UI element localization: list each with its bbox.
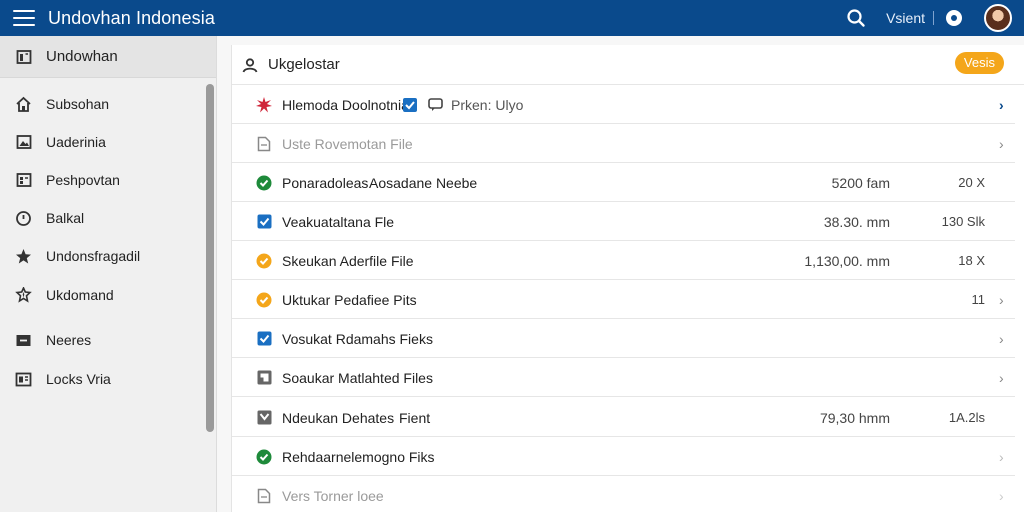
list-item[interactable]: Ndeukan Dehates Fient 79,30 hmm 1A.2ls: [232, 399, 1015, 437]
row-title: Ndeukan Dehates: [282, 409, 395, 426]
list-item[interactable]: Uste Rovemotan File ›: [232, 125, 1015, 163]
sidebar-item-label: Balkal: [46, 210, 85, 226]
row-title: Ponaradoleas: [282, 174, 369, 191]
file-count: 18 X: [958, 253, 985, 268]
image-icon: [15, 134, 32, 151]
building-icon: [15, 48, 32, 65]
file-size: 5200 fam: [831, 174, 890, 191]
sidebar-scrollbar[interactable]: [206, 84, 214, 432]
file-count: 11: [971, 292, 986, 307]
sidebar-item-label: Subsohan: [46, 96, 110, 112]
hamburger-icon[interactable]: [13, 10, 35, 26]
row-title: Skeukan Aderfile File: [282, 252, 414, 269]
row-subtitle: Fient: [399, 409, 431, 426]
record-icon[interactable]: [946, 10, 962, 26]
row-title: Soaukar Matlahted Files: [282, 369, 433, 386]
chevron-right-icon[interactable]: ›: [999, 293, 1011, 307]
search-icon[interactable]: [846, 8, 866, 28]
status-badge[interactable]: Vesis: [954, 52, 1004, 74]
file-count: 130 Slk: [941, 214, 985, 229]
row-title: Rehdaarnelemogno Fiks: [282, 448, 435, 465]
list-item[interactable]: Hlemoda Doolnotnia Prken: Ulyo ›: [232, 86, 1015, 124]
chevron-right-icon[interactable]: ›: [999, 332, 1011, 346]
chevron-right-icon[interactable]: ›: [999, 98, 1011, 112]
sidebar-item-subsohan[interactable]: Subsohan: [0, 88, 205, 120]
chevron-right-icon[interactable]: ›: [999, 450, 1011, 464]
grid-icon: [15, 172, 32, 189]
list-item[interactable]: Ponaradoleas Aosadane Neebe 5200 fam 20 …: [232, 164, 1015, 202]
row-title: Uste Rovemotan File: [282, 135, 413, 152]
check-circle-icon: [256, 175, 272, 191]
panel-header: Ukgelostar Vesis: [232, 45, 1024, 85]
row-title: Vosukat Rdamahs Fieks: [282, 330, 433, 347]
file-count: 20 X: [958, 175, 985, 190]
badge-icon: [15, 286, 32, 304]
checkbox-icon[interactable]: [256, 331, 272, 347]
list-item[interactable]: Vers Torner loee ›: [232, 477, 1015, 512]
check-circle-icon: [256, 292, 272, 308]
sidebar-item-label: Locks Vria: [46, 371, 111, 387]
checkbox-icon[interactable]: [256, 410, 272, 426]
top-link[interactable]: Vsient: [886, 10, 925, 26]
user-icon: [242, 57, 258, 72]
top-divider: [933, 11, 934, 25]
app-title: Undovhan Indonesia: [48, 7, 215, 28]
file-size: 1,130,00. mm: [804, 252, 890, 269]
row-subtitle: Aosadane Neebe: [369, 174, 478, 191]
row-title: Veakuataltana Fle: [282, 213, 395, 230]
sidebar-header[interactable]: Undowhan: [0, 36, 216, 78]
list-item[interactable]: Vosukat Rdamahs Fieks ›: [232, 320, 1015, 358]
sidebar-item-label: Peshpovtan: [46, 172, 120, 188]
sidebar-item-uaderinia[interactable]: Uaderinia: [0, 126, 205, 158]
sidebar: Undowhan Subsohan Uaderinia Peshpovtan B…: [0, 36, 217, 512]
avatar[interactable]: [984, 4, 1012, 32]
file-icon: [256, 488, 272, 504]
top-bar: Undovhan Indonesia Vsient: [0, 0, 1024, 36]
row-title: Vers Torner loee: [282, 488, 384, 504]
chevron-right-icon[interactable]: ›: [999, 371, 1011, 385]
starburst-icon: [256, 96, 272, 113]
file-size: 38.30. mm: [823, 213, 890, 230]
clock-icon: [15, 210, 32, 227]
sidebar-item-ukdomand[interactable]: Ukdomand: [0, 279, 205, 311]
sidebar-item-neeres[interactable]: Neeres: [0, 324, 205, 356]
star-icon: [15, 248, 32, 265]
checkbox-icon[interactable]: [256, 214, 272, 230]
file-icon: [256, 136, 272, 152]
chevron-right-icon[interactable]: ›: [999, 489, 1011, 503]
row-title: Hlemoda Doolnotnia: [282, 96, 409, 113]
check-circle-icon: [256, 449, 272, 465]
chat-icon: [428, 98, 444, 117]
sidebar-item-label: Ukdomand: [46, 287, 114, 303]
folder-icon: [256, 370, 272, 386]
sidebar-item-undonsfragadil[interactable]: Undonsfragadil: [0, 240, 205, 272]
chevron-right-icon[interactable]: ›: [999, 137, 1011, 151]
window-icon: [15, 371, 32, 388]
list-item[interactable]: Skeukan Aderfile File 1,130,00. mm 18 X: [232, 242, 1015, 280]
main-area: Ukgelostar Vesis Hlemoda Doolnotnia Prke…: [217, 36, 1024, 512]
file-count: 1A.2ls: [948, 410, 985, 425]
sidebar-header-label: Undowhan: [46, 48, 118, 65]
sidebar-item-locks-vria[interactable]: Locks Vria: [0, 363, 205, 395]
sidebar-item-peshpovtan[interactable]: Peshpovtan: [0, 164, 205, 196]
top-bar-actions: Vsient: [846, 0, 1024, 36]
file-size: 79,30 hmm: [819, 409, 890, 426]
panel-title: Ukgelostar: [268, 56, 340, 73]
sidebar-item-balkal[interactable]: Balkal: [0, 202, 205, 234]
sidebar-item-label: Undonsfragadil: [46, 248, 141, 264]
file-panel: Ukgelostar Vesis Hlemoda Doolnotnia Prke…: [231, 45, 1024, 512]
row-subtitle: Prken: Ulyo: [451, 96, 524, 113]
sidebar-item-label: Neeres: [46, 332, 92, 348]
checkbox-checked-icon[interactable]: [403, 98, 417, 112]
minus-box-icon: [15, 332, 32, 349]
list-item[interactable]: Uktukar Pedafiee Pits 11 ›: [232, 281, 1015, 319]
list-item[interactable]: Rehdaarnelemogno Fiks ›: [232, 438, 1015, 476]
check-circle-icon: [256, 253, 272, 269]
row-title: Uktukar Pedafiee Pits: [282, 291, 417, 308]
list-item[interactable]: Veakuataltana Fle 38.30. mm 130 Slk: [232, 203, 1015, 241]
list-item[interactable]: Soaukar Matlahted Files ›: [232, 359, 1015, 397]
home-icon: [15, 96, 32, 113]
sidebar-item-label: Uaderinia: [46, 134, 106, 150]
